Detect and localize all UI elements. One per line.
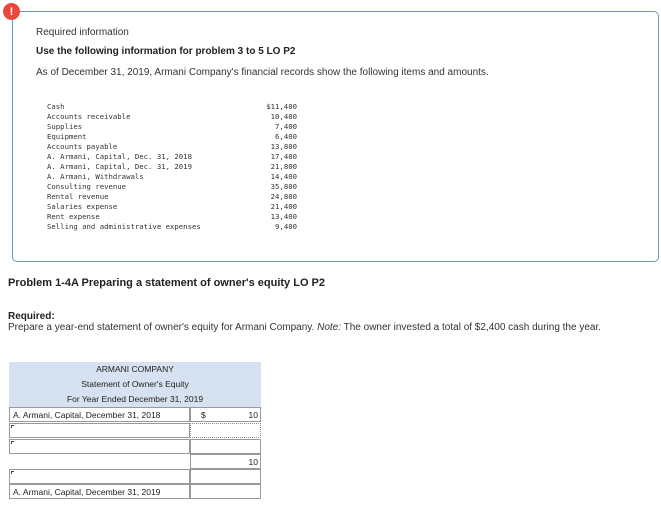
item-amount: 9,400 — [275, 222, 297, 231]
row-4-spacer — [9, 454, 190, 469]
item-amount: 14,400 — [270, 172, 297, 181]
financial-item-row: Accounts payable 13,800 — [47, 142, 297, 152]
financial-items-list: Cash $11,400 Accounts receivable 10,400 Supp… — [47, 102, 297, 232]
item-label: Consulting revenue — [47, 182, 127, 191]
statement-title: Statement of Owner's Equity — [9, 377, 261, 392]
item-amount: 7,400 — [275, 122, 297, 131]
item-amount: 17,400 — [270, 152, 297, 161]
item-amount: $11,400 — [266, 102, 297, 111]
financial-item-row: Cash $11,400 — [47, 102, 297, 112]
item-amount: 13,400 — [270, 212, 297, 221]
financial-item-row: A. Armani, Capital, Dec. 31, 2018 17,400 — [47, 152, 297, 162]
item-amount: 35,800 — [270, 182, 297, 191]
financial-item-row: Rental revenue 24,800 — [47, 192, 297, 202]
row-6-amount-input[interactable] — [190, 484, 261, 499]
row-5-amount-input[interactable] — [190, 469, 261, 484]
row-4-amount-cell: 10 — [190, 454, 261, 469]
info-subtitle: Use the following information for proble… — [36, 46, 296, 57]
item-amount: 10,400 — [270, 112, 297, 121]
financial-item-row: A. Armani, Capital, Dec. 31, 2019 21,800 — [47, 162, 297, 172]
financial-item-row: Accounts receivable 10,400 — [47, 112, 297, 122]
row-3-label-input[interactable] — [9, 439, 190, 454]
row-1-currency: $ — [201, 410, 206, 420]
row-5-label-input[interactable] — [9, 469, 190, 484]
required-instruction: Prepare a year-end statement of owner's … — [8, 322, 315, 333]
item-label: Cash — [47, 102, 65, 111]
financial-item-row: Rent expense 13,400 — [47, 212, 297, 222]
item-label: A. Armani, Withdrawals — [47, 172, 144, 181]
item-label: Accounts payable — [47, 142, 118, 151]
row-1-amount-cell[interactable]: $ 10 — [190, 407, 261, 422]
note-text: The owner invested a total of $2,400 cas… — [343, 322, 602, 333]
financial-item-row: Equipment 6,400 — [47, 132, 297, 142]
required-text: Prepare a year-end statement of owner's … — [8, 322, 601, 333]
item-amount: 21,400 — [270, 202, 297, 211]
financial-item-row: A. Armani, Withdrawals 14,400 — [47, 172, 297, 182]
item-amount: 13,800 — [270, 142, 297, 151]
item-label: Accounts receivable — [47, 112, 131, 121]
item-amount: 21,800 — [270, 162, 297, 171]
item-amount: 6,400 — [275, 132, 297, 141]
item-label: Supplies — [47, 122, 83, 131]
item-amount: 24,800 — [270, 192, 297, 201]
financial-item-row: Selling and administrative expenses 9,400 — [47, 222, 297, 232]
row-3-amount-input[interactable] — [190, 439, 261, 454]
financial-item-row: Salaries expense 21,400 — [47, 202, 297, 212]
alert-icon: ! — [3, 3, 20, 20]
item-label: Equipment — [47, 132, 87, 141]
item-label: Salaries expense — [47, 202, 118, 211]
statement-company: ARMANI COMPANY — [9, 362, 261, 377]
problem-title: Problem 1-4A Preparing a statement of ow… — [8, 277, 326, 289]
row-4-value: 10 — [248, 457, 258, 467]
row-6-label: A. Armani, Capital, December 31, 2019 — [9, 484, 190, 499]
info-title: Required information — [36, 27, 129, 38]
statement-period: For Year Ended December 31, 2019 — [9, 392, 261, 407]
note-label: Note: — [317, 322, 342, 333]
item-label: Rent expense — [47, 212, 100, 221]
financial-item-row: Consulting revenue 35,800 — [47, 182, 297, 192]
item-label: A. Armani, Capital, Dec. 31, 2018 — [47, 152, 192, 161]
row-1-value: 10 — [248, 410, 258, 420]
item-label: Rental revenue — [47, 192, 109, 201]
row-2-label-input[interactable] — [9, 423, 190, 438]
info-text: As of December 31, 2019, Armani Company'… — [36, 67, 489, 78]
row-2-amount-input[interactable] — [190, 423, 261, 438]
item-label: Selling and administrative expenses — [47, 222, 201, 231]
item-label: A. Armani, Capital, Dec. 31, 2019 — [47, 162, 192, 171]
financial-item-row: Supplies 7,400 — [47, 122, 297, 132]
row-1-label: A. Armani, Capital, December 31, 2018 — [9, 407, 190, 422]
required-label: Required: — [8, 311, 55, 322]
